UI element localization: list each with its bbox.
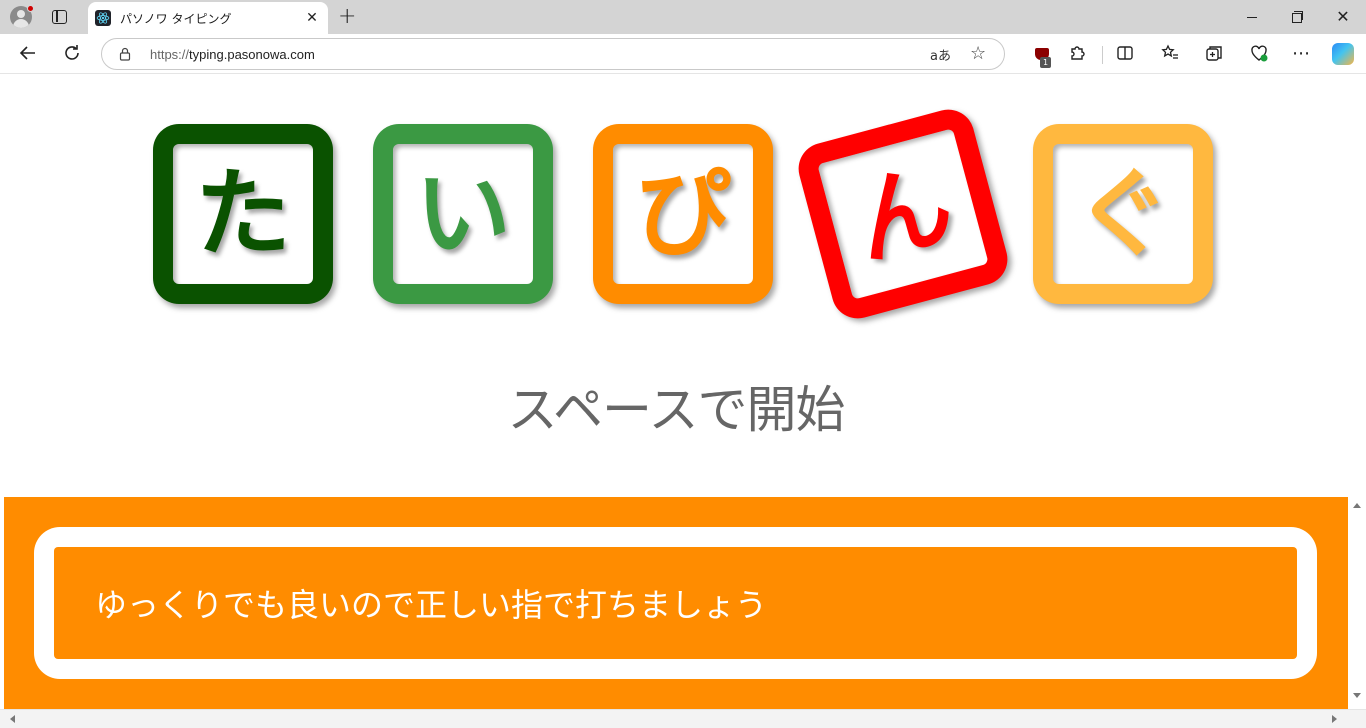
split-screen-icon[interactable] — [1114, 43, 1136, 65]
window-restore-icon[interactable] — [1282, 5, 1312, 29]
vertical-scrollbar[interactable] — [1348, 75, 1366, 709]
toolbar-divider — [1102, 46, 1103, 64]
favorites-icon[interactable] — [1159, 43, 1181, 65]
extension-badge-count: 1 — [1040, 57, 1051, 68]
tip-text: ゆっくりでも良いので正しい指で打ちましょう — [95, 586, 768, 624]
logo-letter: い — [415, 158, 511, 270]
logo-letter: ぴ — [635, 158, 731, 270]
logo-tile-ta: た — [153, 124, 333, 304]
lock-icon[interactable] — [118, 47, 132, 61]
browser-tab-active[interactable]: パソノワ タイピング ✕ — [88, 2, 328, 34]
logo-tile-pi: ぴ — [593, 124, 773, 304]
browser-essentials-icon[interactable] — [1248, 43, 1270, 65]
back-arrow-icon[interactable] — [17, 43, 39, 65]
tab-title: パソノワ タイピング — [120, 12, 232, 26]
logo-letter: た — [195, 158, 291, 270]
url-text[interactable]: https://typing.pasonowa.com — [150, 47, 315, 62]
browser-titlebar: パソノワ タイピング ✕ + ✕ — [0, 0, 1366, 34]
read-aloud-icon[interactable]: aあ — [930, 45, 951, 64]
new-tab-icon[interactable]: + — [338, 6, 356, 28]
address-bar[interactable]: https://typing.pasonowa.com aあ ☆ — [101, 38, 1005, 70]
refresh-icon[interactable] — [61, 43, 83, 65]
scroll-down-icon[interactable] — [1353, 693, 1361, 698]
tab-actions-icon[interactable] — [52, 10, 67, 24]
logo-letter: ん — [842, 147, 964, 281]
copilot-icon[interactable] — [1332, 43, 1354, 65]
profile-notification-dot — [27, 5, 34, 12]
scroll-left-icon[interactable] — [10, 715, 15, 723]
browser-toolbar: https://typing.pasonowa.com aあ ☆ 1 ⋯ — [0, 34, 1366, 74]
scrollbar-thumb[interactable] — [22, 716, 1322, 722]
logo-tile-gu: ぐ — [1033, 124, 1213, 304]
logo-tile-n: ん — [792, 103, 1014, 325]
tip-banner: ゆっくりでも良いので正しい指で打ちましょう — [4, 497, 1348, 709]
logo-letter: ぐ — [1075, 158, 1171, 270]
logo-tile-i: い — [373, 124, 553, 304]
scroll-up-icon[interactable] — [1353, 503, 1361, 508]
more-menu-icon[interactable]: ⋯ — [1290, 43, 1312, 65]
tip-frame: ゆっくりでも良いので正しい指で打ちましょう — [34, 527, 1317, 679]
ublock-extension-icon[interactable]: 1 — [1035, 48, 1051, 68]
favorite-star-icon[interactable]: ☆ — [970, 43, 986, 64]
window-minimize-icon[interactable] — [1237, 5, 1267, 29]
tip-box: ゆっくりでも良いので正しい指で打ちましょう — [54, 547, 1297, 659]
react-favicon-icon — [95, 10, 111, 26]
collections-icon[interactable] — [1203, 43, 1225, 65]
start-prompt: スペースで開始 — [507, 381, 846, 439]
horizontal-scrollbar[interactable] — [0, 709, 1366, 728]
tab-close-icon[interactable]: ✕ — [304, 10, 320, 26]
page-content: た い ぴ ん ぐ スペースで開始 ゆっくりでも良いので正しい指で打ちましょう — [4, 75, 1348, 709]
window-close-icon[interactable]: ✕ — [1328, 5, 1358, 29]
extensions-puzzle-icon[interactable] — [1066, 43, 1088, 65]
scroll-right-icon[interactable] — [1332, 715, 1337, 723]
